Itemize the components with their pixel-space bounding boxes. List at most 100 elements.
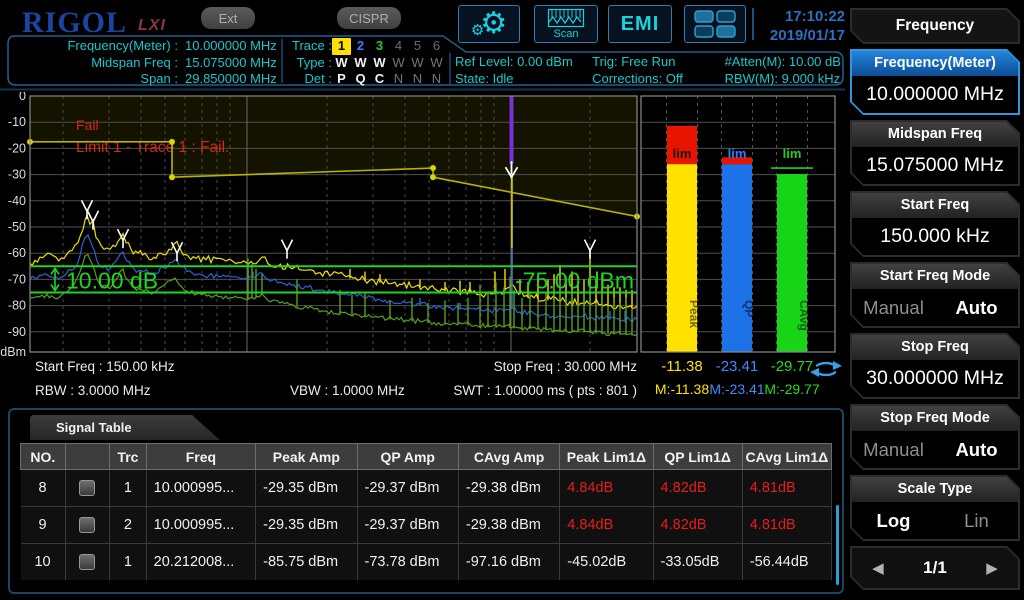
svg-text:lim: lim [673,146,692,161]
svg-text:QP: QP [742,300,756,317]
cell-cavg-lim: 4.81dB [742,470,831,507]
trace-1-det: P [332,71,351,88]
cell-no: 8 [21,470,66,507]
scan-button[interactable]: Scan [534,5,598,43]
ext-trigger-button[interactable]: Ext [201,7,255,29]
toggle-option-log[interactable]: Log [852,510,935,532]
cell-peak-lim: 4.84dB [560,470,653,507]
emi-analyzer-screen: RIGOL LXI Ext CISPR ⚙ ⚙ Scan EMI [0,0,1024,600]
cell-freq: 10.000995... [146,507,255,544]
table-scrollbar[interactable] [836,505,839,585]
trace-1-type: W [332,55,351,72]
trace-row-label: Type : [288,55,332,72]
toggle-option-auto[interactable]: Auto [935,439,1018,461]
cell-trc: 1 [110,470,146,507]
svg-text:-29.77: -29.77 [771,358,814,375]
status-line: Corrections: Off [592,70,724,87]
trace-4-det: N [389,71,408,88]
cell-qp-amp: -29.37 dBm [357,470,458,507]
row-checkbox[interactable] [79,480,95,496]
trace-5-trace: 5 [408,38,427,55]
toggle-option-auto[interactable]: Auto [935,297,1018,319]
trace-5-det: N [408,71,427,88]
toggle-option-lin[interactable]: Lin [935,510,1018,532]
table-row[interactable]: 9210.000995...-29.35 dBm-29.37 dBm-29.38… [21,507,832,544]
toggle-option-manual[interactable]: Manual [852,439,935,461]
rbw-annotation: RBW : 3.0000 MHz [35,383,151,398]
meter-label: Span : [14,71,178,88]
cell-qp-lim: -33.05dB [653,544,742,581]
trace-2-trace: 2 [351,38,370,55]
meter-row: Span : 29.850000 MHz [14,71,279,88]
softkey-value: 30.000000 MHz [852,360,1018,397]
softkey-menu: Frequency Frequency(Meter)10.000000 MHz M… [850,8,1020,595]
menu-pager: ◀ 1/1 ▶ [850,546,1020,590]
meter-value: 15.075000 MHz [185,55,277,72]
stop-freq-annotation: Stop Freq : 30.000 MHz [437,359,637,374]
softkey-value: 10.000000 MHz [852,76,1018,113]
toggle-option-manual[interactable]: Manual [852,297,935,319]
svg-text:-30: -30 [8,168,26,182]
softkey-inner: Midspan Freq15.075000 MHz [852,122,1018,184]
page-prev-button[interactable]: ◀ [852,559,904,577]
sweep-status-panel: Ref Level: 0.00 dBmState: IdleTrig: Free… [455,53,845,87]
trace-6-trace: 6 [427,38,446,55]
status-line: #Atten(M): 10.00 dB [725,53,845,70]
softkey-shape: Start Freq ModeManualAuto [850,262,1020,328]
softkey-inner: Start Freq ModeManualAuto [852,264,1018,326]
menu-title-frequency: Frequency [850,8,1020,44]
status-line: State: Idle [455,70,592,87]
cell-freq: 20.212008... [146,544,255,581]
trace-4-trace: 4 [389,38,408,55]
svg-text:-11.38: -11.38 [661,358,702,375]
trace-6-type: W [427,55,446,72]
softkey-value: 150.000 kHz [852,218,1018,255]
softkey-frequency-meter-[interactable]: Frequency(Meter)10.000000 MHz [850,49,1020,115]
softkey-label: Stop Freq Mode [852,406,1018,431]
system-setup-button[interactable]: ⚙ ⚙ [458,5,520,43]
row-checkbox[interactable] [79,517,95,533]
trace-1-trace: 1 [332,38,351,55]
softkey-midspan-freq[interactable]: Midspan Freq15.075000 MHz [850,120,1020,186]
table-header-Peak Amp: Peak Amp [256,444,357,470]
softkey-stop-freq-mode[interactable]: Stop Freq Mode ManualAuto [850,404,1020,470]
svg-text:-80: -80 [8,299,26,313]
emi-mode-button[interactable]: EMI [608,5,672,43]
status-col-level: Ref Level: 0.00 dBmState: Idle [455,53,592,87]
page-next-button[interactable]: ▶ [966,559,1018,577]
signal-table: NO.TrcFreqPeak AmpQP AmpCAvg AmpPeak Lim… [20,443,832,580]
scan-waveform-icon [547,8,585,28]
svg-text:-60: -60 [8,246,26,260]
svg-text:Peak: Peak [687,300,701,328]
softkey-scale-type[interactable]: Scale TypeLogLin [850,475,1020,541]
cell-peak-lim: -45.02dB [560,544,653,581]
cell-peak-lim: 4.84dB [560,507,653,544]
cell-select [65,544,110,581]
trace-3-type: W [370,55,389,72]
svg-text:-70: -70 [8,272,26,286]
trace-3-det: C [370,71,389,88]
cell-trc: 2 [110,507,146,544]
svg-text:-50: -50 [8,220,26,234]
table-header-select [65,444,110,470]
signal-table-tab[interactable]: Signal Table [30,415,220,440]
row-checkbox[interactable] [79,554,95,570]
svg-text:M:-29.77: M:-29.77 [764,381,819,397]
svg-text:-75.00 dBm: -75.00 dBm [515,268,634,294]
table-row[interactable]: 8110.000995...-29.35 dBm-29.37 dBm-29.38… [21,470,832,507]
softkey-start-freq[interactable]: Start Freq150.000 kHz [850,191,1020,257]
softkey-stop-freq[interactable]: Stop Freq30.000000 MHz [850,333,1020,399]
table-header-QP Lim1Δ: QP Lim1Δ [653,444,742,470]
softkey-shape: Midspan Freq15.075000 MHz [850,120,1020,186]
cell-peak-amp: -85.75 dBm [256,544,357,581]
date: 2019/01/17 [735,26,845,45]
svg-text:-23.41: -23.41 [716,358,759,375]
trace-row-label: Trace : [288,38,332,55]
svg-text:M:-11.38: M:-11.38 [655,381,709,397]
meter-value: 29.850000 MHz [185,71,277,88]
table-header-Freq: Freq [146,444,255,470]
table-row[interactable]: 10120.212008...-85.75 dBm-73.78 dBm-97.1… [21,544,832,581]
cell-qp-lim: 4.82dB [653,507,742,544]
cispr-button[interactable]: CISPR [337,7,401,29]
softkey-start-freq-mode[interactable]: Start Freq ModeManualAuto [850,262,1020,328]
